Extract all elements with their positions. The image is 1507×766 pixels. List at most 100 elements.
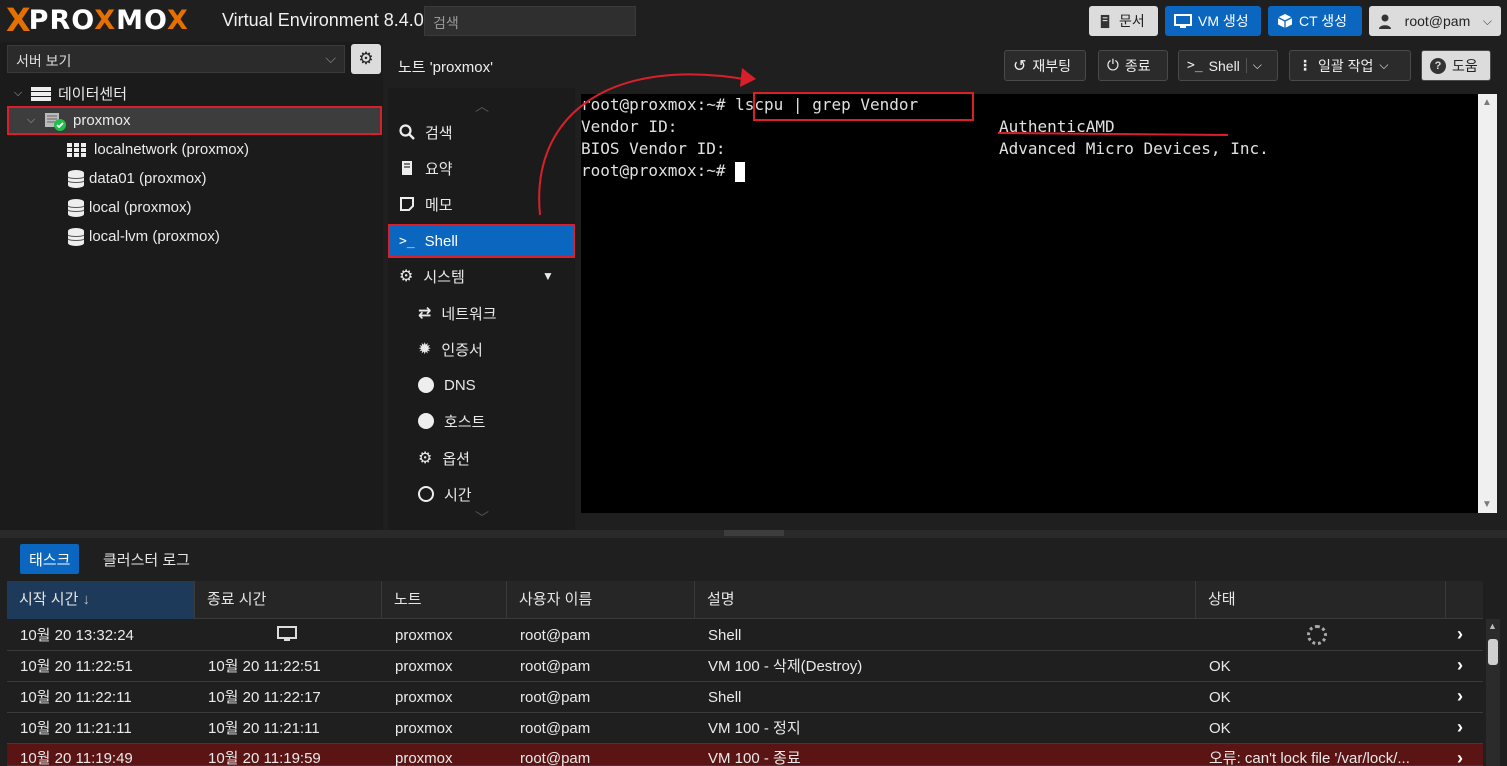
question-circle-icon: ? [1430,57,1446,74]
nav-item-shell[interactable]: >_ Shell [388,224,575,258]
chevron-down-icon[interactable]: ﹀ [472,508,492,526]
storage-icon [67,169,85,188]
column-header-end-time[interactable]: 종료 시간 [195,581,382,619]
cell-node: proxmox [395,750,453,766]
caret-down-icon: ▼ [542,269,554,283]
top-bar: X PROXMOX Virtual Environment 8.4.0 검색 문… [0,0,1507,42]
create-ct-button[interactable]: CT 생성 [1268,6,1362,36]
tree-item-sdn[interactable]: localnetwork (proxmox) [66,135,376,164]
nav-item-system[interactable]: ⚙ 시스템 ▼ [388,259,575,293]
help-button[interactable]: ? 도움 [1421,50,1491,81]
user-icon [1379,14,1391,29]
chevron-right-icon[interactable]: › [1457,620,1463,648]
column-header-status[interactable]: 상태 [1196,581,1446,619]
search-icon [399,124,415,140]
clock-icon [418,486,434,502]
loading-spinner-icon [1307,620,1327,651]
chevron-down-icon[interactable]: ⌵ [12,87,24,100]
splitter-handle[interactable] [724,530,784,536]
terminal-icon: >_ [399,233,415,249]
tree-item-node-proxmox[interactable]: ⌵ proxmox [7,106,382,135]
help-label: 도움 [1452,57,1478,74]
cube-icon [1277,14,1293,28]
cell-status: 오류: can't lock file '/var/lock/... [1209,750,1410,766]
user-menu-button[interactable]: root@pam ⌵ [1369,6,1501,36]
annotation-overlay [538,68,1229,216]
table-row[interactable]: 10월 20 13:32:24 proxmox root@pam Shell › [7,620,1483,651]
chevron-right-icon[interactable]: › [1457,713,1463,741]
ellipsis-vertical-icon: ⋮ [1298,57,1312,73]
column-label: 시작 시간 [19,591,79,608]
cell-start: 10월 20 11:22:51 [20,658,133,675]
node-online-icon [45,112,66,131]
nav-item-certificates[interactable]: ✹ 인증서 [388,332,575,366]
docs-button[interactable]: 문서 [1089,6,1158,36]
tab-cluster-log[interactable]: 클러스터 로그 [94,544,199,574]
bulk-actions-label: 일괄 작업 [1318,57,1374,74]
cell-status: OK [1209,658,1231,675]
monitor-icon [277,620,297,651]
search-input[interactable]: 검색 [424,6,636,36]
cell-description: Shell [708,627,742,644]
chevron-up-icon[interactable]: ︿ [472,96,492,114]
cell-description: Shell [708,689,742,706]
bulk-actions-button[interactable]: ⋮ 일괄 작업 ⌵ [1289,50,1411,81]
nav-item-network[interactable]: ⇄ 네트워크 [388,296,575,330]
column-header-start-time[interactable]: 시작 시간 ↓ [7,581,195,619]
create-vm-button[interactable]: VM 생성 [1165,6,1261,36]
view-selector[interactable]: 서버 보기 ⌵ [7,45,345,73]
column-header-description[interactable]: 설명 [695,581,1196,619]
storage-icon [67,198,85,217]
user-label: root@pam [1404,13,1471,29]
scrollbar-thumb[interactable] [1488,639,1498,665]
column-header-user[interactable]: 사용자 이름 [507,581,695,619]
cell-node: proxmox [395,689,453,706]
terminal-scrollbar[interactable]: ▲ ▼ [1478,94,1497,513]
table-row[interactable]: 10월 20 11:22:51 10월 20 11:22:51 proxmox … [7,651,1483,682]
exchange-icon: ⇄ [418,305,432,322]
nav-label: 요약 [425,160,453,178]
cell-description: VM 100 - 종료 [708,750,801,766]
tab-tasks[interactable]: 태스크 [20,544,80,574]
tree-item-storage-local-lvm[interactable]: local-lvm (proxmox) [66,222,376,251]
chevron-right-icon[interactable]: › [1457,682,1463,710]
panel-splitter[interactable] [0,530,1507,538]
table-row-error[interactable]: 10월 20 11:19:49 10월 20 11:19:59 proxmox … [7,744,1483,766]
scroll-up-icon[interactable]: ▲ [1482,97,1492,108]
nav-item-hosts[interactable]: 호스트 [388,404,575,438]
proxmox-logo[interactable]: X PROXMOX [6,4,189,36]
nav-label: Shell [424,232,459,250]
tree-item-datacenter[interactable]: ⌵ 데이터센터 [12,79,382,108]
column-header-node[interactable]: 노트 [382,581,507,619]
table-row[interactable]: 10월 20 11:21:11 10월 20 11:21:11 proxmox … [7,713,1483,744]
scroll-down-icon[interactable]: ▼ [1482,499,1492,510]
tree-item-storage-data01[interactable]: data01 (proxmox) [66,164,376,193]
tree-item-label: proxmox [73,112,131,129]
chevron-down-icon: ⌵ [1379,58,1389,72]
cell-description: VM 100 - 정지 [708,720,801,737]
globe-icon [418,413,434,429]
task-log-panel: 태스크 클러스터 로그 시작 시간 ↓ 종료 시간 노트 사용자 이름 설명 상… [0,538,1507,766]
storage-icon [67,227,85,246]
cell-node: proxmox [395,627,453,644]
nav-item-dns[interactable]: DNS [388,368,575,402]
nav-item-time[interactable]: 시간 [388,477,575,511]
chevron-right-icon[interactable]: › [1457,651,1463,679]
scroll-up-icon[interactable]: ▲ [1488,621,1497,631]
nav-label: 메모 [425,196,453,214]
tree-item-storage-local[interactable]: local (proxmox) [66,193,376,222]
cell-user: root@pam [520,750,591,766]
cell-start: 10월 20 11:22:11 [20,689,132,706]
cell-status: OK [1209,689,1231,706]
table-row[interactable]: 10월 20 11:22:11 10월 20 11:22:17 proxmox … [7,682,1483,713]
scrollbar-thumb[interactable] [1481,112,1494,492]
chevron-right-icon[interactable]: › [1457,744,1463,766]
nav-item-options[interactable]: ⚙ 옵션 [388,441,575,475]
task-table-scrollbar[interactable]: ▲ [1486,619,1500,766]
cell-node: proxmox [395,658,453,675]
chevron-down-icon[interactable]: ⌵ [25,114,37,127]
certificate-icon: ✹ [418,341,432,358]
tree-settings-button[interactable]: ⚙ [351,44,381,74]
cell-end: 10월 20 11:19:59 [208,750,321,766]
cell-status: OK [1209,720,1231,737]
